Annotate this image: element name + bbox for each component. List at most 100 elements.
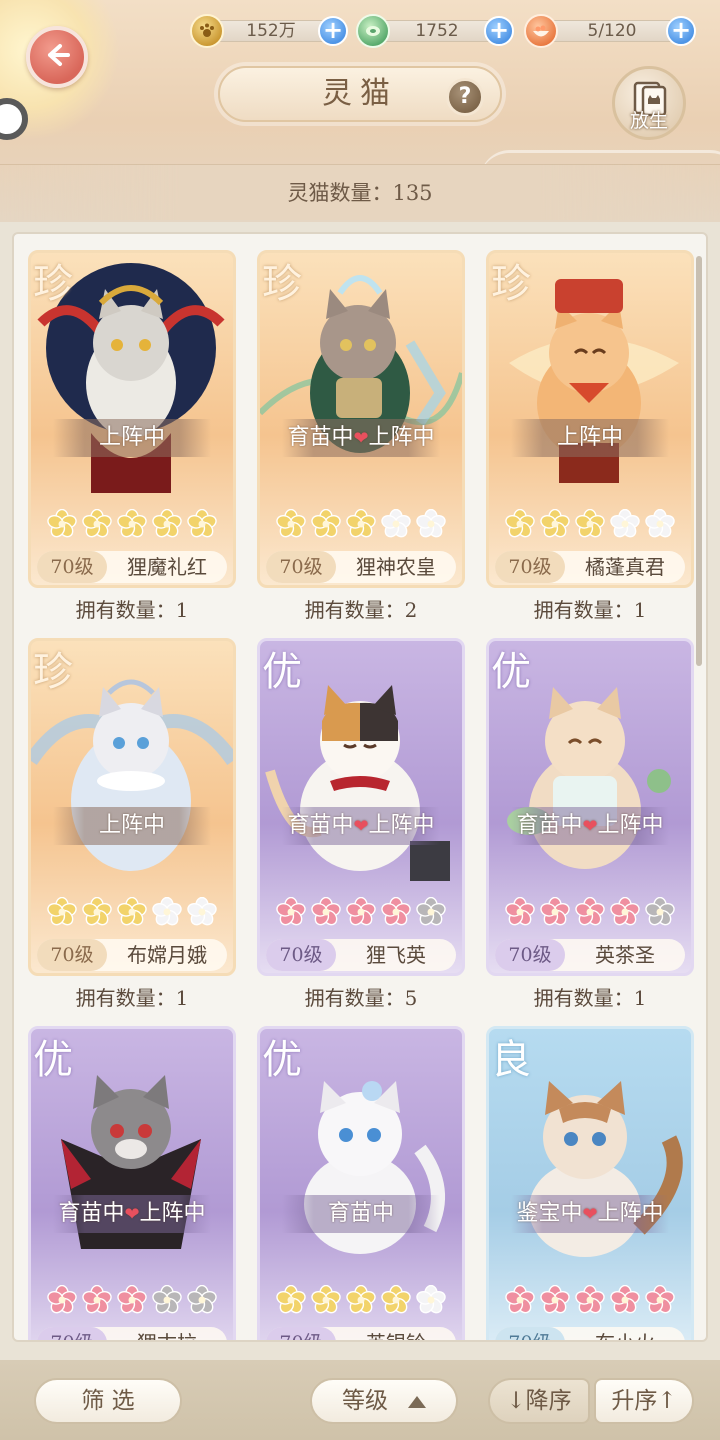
flower-star-icon [575,1284,605,1315]
cat-card[interactable]: 珍 上阵中 70级 布嫦月娥 [28,638,236,976]
status-label: 育苗中❤上阵中 [53,1195,211,1233]
level-badge: 70级 [266,939,336,971]
flower-star-icon [117,508,147,539]
level-badge: 70级 [37,939,107,971]
status-label: 上阵中 [511,419,669,457]
flower-star-icon [346,1284,376,1315]
flower-star-icon [416,1284,446,1315]
cat-card[interactable]: 珍 育苗中❤上阵中 70级 狸神农皇 [257,250,465,588]
flower-star-icon [82,1284,112,1315]
status-label: 育苗中 [282,1195,440,1233]
heart-icon: ❤ [582,816,598,837]
flower-star-icon [187,896,217,927]
heart-icon: ❤ [353,816,369,837]
level-badge: 70级 [37,551,107,583]
food-bowl-icon [524,14,558,48]
owned-count: 拥有数量：5 [304,986,418,1010]
page-title: 灵猫 [322,76,398,111]
flower-star-icon [152,896,182,927]
status-part-b: 上阵中 [597,1201,664,1226]
owned-count: 拥有数量：1 [75,986,189,1010]
flower-star-icon [47,508,77,539]
heart-icon: ❤ [124,1204,140,1225]
add-coins-button[interactable]: + [318,16,348,46]
cat-count-strip: 灵猫数量：135 [0,164,720,220]
flower-star-icon [47,1284,77,1315]
flower-star-icon [276,896,306,927]
heart-icon: ❤ [353,428,369,449]
scrollbar[interactable] [696,256,702,666]
status-label: 鉴宝中❤上阵中 [511,1195,669,1233]
card-footer: 70级 布嫦月娥 [37,939,227,971]
add-food-button[interactable]: + [666,16,696,46]
flower-star-icon [645,1284,675,1315]
flower-star-icon [505,896,535,927]
level-badge: 70级 [495,1327,565,1340]
card-footer: 70级 狸飞英 [266,939,456,971]
flower-star-icon [187,508,217,539]
flower-star-icon [416,896,446,927]
sort-ascending-button[interactable]: 升序↑ [594,1378,694,1424]
flower-star-icon [610,896,640,927]
status-part-a: 育苗中 [58,1201,125,1226]
jade-icon [356,14,390,48]
flower-star-icon [505,508,535,539]
star-rating [260,896,462,927]
flower-star-icon [610,1284,640,1315]
release-button[interactable]: 放生 [612,66,686,140]
paw-coin-icon [190,14,224,48]
star-rating [31,896,233,927]
help-button[interactable]: ? [446,78,484,116]
heart-icon: ❤ [582,1204,598,1225]
flower-star-icon [152,508,182,539]
cat-name: 狸神农皇 [356,555,436,579]
flower-star-icon [47,896,77,927]
status-part-a: 鉴宝中 [516,1201,583,1226]
add-jade-button[interactable]: + [484,16,514,46]
desc-label: ↓降序 [506,1388,572,1414]
cat-card[interactable]: 优 育苗中 70级 英银铃 [257,1026,465,1340]
cat-card[interactable]: 优 育苗中❤上阵中 70级 狸飞英 [257,638,465,976]
question-mark-icon: ? [458,84,472,109]
flower-star-icon [117,1284,147,1315]
status-part-b: 上阵中 [368,425,435,450]
cat-card[interactable]: 珍 上阵中 70级 橘蓬真君 [486,250,694,588]
status-part-b: 上阵中 [597,813,664,838]
level-badge: 70级 [266,1327,336,1340]
cat-count-text: 灵猫数量：135 [287,181,433,205]
back-button[interactable] [26,26,88,88]
cat-card[interactable]: 优 育苗中❤上阵中 70级 狸古拉 [28,1026,236,1340]
level-badge: 70级 [495,939,565,971]
flower-star-icon [575,508,605,539]
cat-grid[interactable]: 珍 上阵中 70级 狸魔礼红 拥有数量：1 珍 育苗中❤上阵中 70级 狸神农皇… [12,232,708,1342]
rarity-grade: 优 [491,649,531,695]
cat-name: 狸魔礼红 [127,555,207,579]
level-badge: 70级 [495,551,565,583]
card-footer: 70级 英茶圣 [495,939,685,971]
filter-button[interactable]: 筛 选 [34,1378,182,1424]
rarity-grade: 珍 [33,649,73,695]
card-footer: 70级 布小火 [495,1327,685,1340]
sort-descending-button[interactable]: ↓降序 [488,1378,590,1424]
status-part-a: 育苗中 [287,425,354,450]
cat-card[interactable]: 珍 上阵中 70级 狸魔礼红 [28,250,236,588]
card-footer: 70级 狸古拉 [37,1327,227,1340]
rarity-grade: 珍 [262,261,302,307]
cat-card[interactable]: 优 育苗中❤上阵中 70级 英茶圣 [486,638,694,976]
jade-amount: 1752 [415,21,459,41]
flower-star-icon [152,1284,182,1315]
flower-star-icon [311,1284,341,1315]
flower-star-icon [82,896,112,927]
cat-card[interactable]: 良 鉴宝中❤上阵中 70级 布小火 [486,1026,694,1340]
cat-name: 狸古拉 [107,1327,227,1340]
food-amount: 5/120 [587,21,637,41]
flower-star-icon [276,1284,306,1315]
rarity-grade: 珍 [33,261,73,307]
status-label: 上阵中 [53,419,211,457]
rarity-grade: 珍 [491,261,531,307]
rarity-grade: 优 [262,649,302,695]
sort-field-label: 等级 [342,1388,388,1414]
top-header: 152万 + 1752 + 5/120 + 灵猫 ? 放生 灵猫数量：135 [0,0,720,222]
status-label: 育苗中❤上阵中 [282,419,440,457]
sort-field-dropdown[interactable]: 等级 [310,1378,458,1424]
